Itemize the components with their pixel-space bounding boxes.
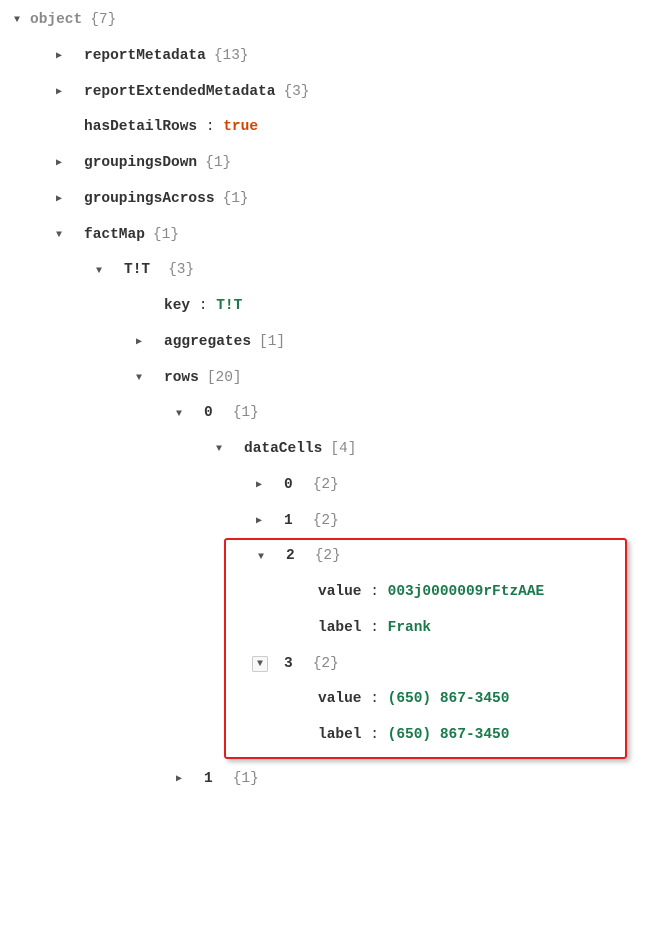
toggle-down-icon[interactable]: ▼ <box>92 264 106 278</box>
tree-node-groupingsAcross: ▶ groupingsAcross {1} <box>10 187 637 213</box>
node-count: {1} <box>223 189 249 211</box>
toggle-down-icon[interactable]: ▼ <box>10 14 24 28</box>
node-count: {2} <box>313 511 339 533</box>
toggle-right-icon[interactable]: ▶ <box>172 773 186 787</box>
node-value: 003j0000009rFtzAAE <box>388 582 545 604</box>
tree-node-cell3-label: ▶ label : (650) 867-3450 <box>232 723 619 749</box>
tree-node-object: ▼ object {7} <box>10 8 637 34</box>
highlight-box: ▼ 2 {2} ▶ value : <box>224 538 627 759</box>
node-key: 3 <box>284 654 293 676</box>
tree-node-groupingsDown: ▶ groupingsDown {1} <box>10 151 637 177</box>
node-count: {7} <box>90 10 116 32</box>
tree-node-cell2-label: ▶ label : Frank <box>232 616 619 642</box>
tree-node-cell3-value: ▶ value : (650) 867-3450 <box>232 687 619 713</box>
toggle-right-icon[interactable]: ▶ <box>132 336 146 350</box>
node-count: {13} <box>214 46 249 68</box>
node-count: [20] <box>207 368 242 390</box>
tree-node-row0: ▼ 0 {1} <box>10 401 637 427</box>
node-key: rows <box>164 368 199 390</box>
node-key: 1 <box>284 511 293 533</box>
node-key: factMap <box>84 225 145 247</box>
toggle-down-icon[interactable]: ▼ <box>254 550 268 564</box>
tree-node-TT: ▼ T!T {3} <box>10 258 637 284</box>
node-key: reportExtendedMetadata <box>84 82 275 104</box>
node-count: {1} <box>205 153 231 175</box>
toggle-right-icon[interactable]: ▶ <box>52 50 66 64</box>
tree-node-cell2-value: ▶ value : 003j0000009rFtzAAE <box>232 580 619 606</box>
node-key: 2 <box>286 546 295 568</box>
toggle-down-icon[interactable]: ▼ <box>252 656 268 672</box>
node-value: true <box>223 117 258 139</box>
tree-node-dataCells: ▼ dataCells [4] <box>10 437 637 463</box>
node-key: reportMetadata <box>84 46 206 68</box>
node-count: [1] <box>259 332 285 354</box>
node-value: T!T <box>216 296 242 318</box>
toggle-right-icon[interactable]: ▶ <box>252 479 266 493</box>
node-key: label <box>318 618 362 640</box>
node-value: (650) 867-3450 <box>388 725 510 747</box>
tree-node-aggregates: ▶ aggregates [1] <box>10 330 637 356</box>
node-count: {2} <box>313 475 339 497</box>
toggle-right-icon[interactable]: ▶ <box>252 514 266 528</box>
node-count: {1} <box>153 225 179 247</box>
node-key: groupingsAcross <box>84 189 215 211</box>
node-key: 1 <box>204 769 213 791</box>
tree-node-row1: ▶ 1 {1} <box>10 767 637 793</box>
node-key: T!T <box>124 260 150 282</box>
node-key: dataCells <box>244 439 322 461</box>
tree-node-cell3: ▼ 3 {2} <box>232 652 619 678</box>
tree-node-factMap: ▼ factMap {1} <box>10 223 637 249</box>
node-count: [4] <box>330 439 356 461</box>
toggle-right-icon[interactable]: ▶ <box>52 85 66 99</box>
tree-node-reportExtendedMetadata: ▶ reportExtendedMetadata {3} <box>10 80 637 106</box>
toggle-right-icon[interactable]: ▶ <box>52 157 66 171</box>
node-count: {1} <box>233 769 259 791</box>
node-key: value <box>318 689 362 711</box>
node-count: {2} <box>315 546 341 568</box>
node-key: 0 <box>284 475 293 497</box>
toggle-down-icon[interactable]: ▼ <box>212 443 226 457</box>
node-key: groupingsDown <box>84 153 197 175</box>
node-value: Frank <box>388 618 432 640</box>
tree-node-cell2: ▼ 2 {2} <box>232 544 619 570</box>
node-key: hasDetailRows <box>84 117 197 139</box>
tree-node-reportMetadata: ▶ reportMetadata {13} <box>10 44 637 70</box>
toggle-down-icon[interactable]: ▼ <box>172 407 186 421</box>
tree-node-rows: ▼ rows [20] <box>10 366 637 392</box>
node-value: (650) 867-3450 <box>388 689 510 711</box>
tree-node-key: ▶ key : T!T <box>10 294 637 320</box>
node-key: 0 <box>204 403 213 425</box>
toggle-down-icon[interactable]: ▼ <box>52 228 66 242</box>
node-count: {2} <box>313 654 339 676</box>
node-key: object <box>30 10 82 32</box>
node-key: value <box>318 582 362 604</box>
node-count: {1} <box>233 403 259 425</box>
toggle-right-icon[interactable]: ▶ <box>52 193 66 207</box>
node-count: {3} <box>168 260 194 282</box>
node-key: aggregates <box>164 332 251 354</box>
node-key: key <box>164 296 190 318</box>
tree-node-cell0: ▶ 0 {2} <box>10 473 637 499</box>
tree-node-cell1: ▶ 1 {2} <box>10 509 637 535</box>
toggle-down-icon[interactable]: ▼ <box>132 371 146 385</box>
node-key: label <box>318 725 362 747</box>
node-count: {3} <box>283 82 309 104</box>
tree-node-hasDetailRows: ▶ hasDetailRows : true <box>10 115 637 141</box>
